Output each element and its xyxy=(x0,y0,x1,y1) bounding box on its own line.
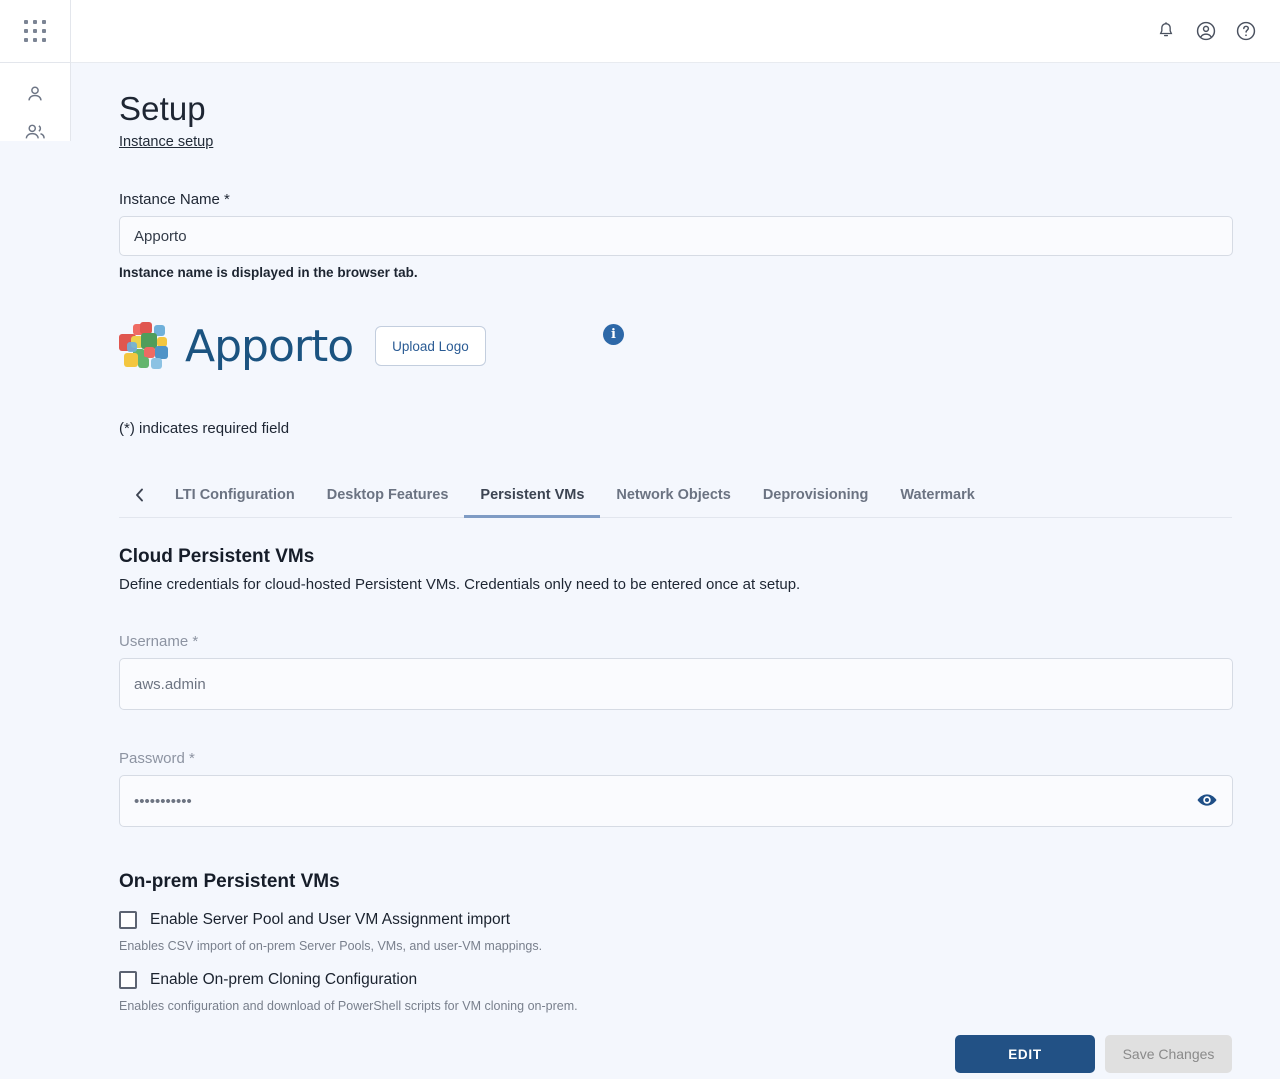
tab-network-objects[interactable]: Network Objects xyxy=(600,473,746,517)
left-navigation-rail xyxy=(0,0,71,141)
users-icon xyxy=(23,121,47,143)
notifications-icon[interactable] xyxy=(1152,17,1180,45)
apps-grid-icon xyxy=(24,20,46,42)
toggle-password-visibility-button[interactable] xyxy=(1193,787,1221,815)
enable-server-pool-import-help: Enables CSV import of on-prem Server Poo… xyxy=(119,939,1232,953)
rail-item-list xyxy=(0,63,70,151)
sidebar-item-users[interactable] xyxy=(0,113,70,151)
logo-wordmark: Apporto xyxy=(185,321,353,372)
username-input[interactable] xyxy=(119,658,1233,710)
enable-server-pool-import-label[interactable]: Enable Server Pool and User VM Assignmen… xyxy=(150,911,510,929)
cloud-section-description: Define credentials for cloud-hosted Pers… xyxy=(119,576,1232,593)
account-icon[interactable] xyxy=(1192,17,1220,45)
eye-icon xyxy=(1196,792,1218,811)
edit-button[interactable]: EDIT xyxy=(955,1035,1095,1073)
tab-watermark[interactable]: Watermark xyxy=(884,473,990,517)
enable-onprem-cloning-row[interactable]: Enable On-prem Cloning Configuration xyxy=(119,971,1232,989)
breadcrumb[interactable]: Instance setup xyxy=(119,134,213,150)
onprem-section-title: On-prem Persistent VMs xyxy=(119,871,1232,893)
logo-info-icon[interactable]: i xyxy=(603,324,624,345)
tab-desktop-features[interactable]: Desktop Features xyxy=(311,473,465,517)
save-changes-button: Save Changes xyxy=(1105,1035,1232,1073)
tab-persistent-vms[interactable]: Persistent VMs xyxy=(464,473,600,517)
instance-name-label: Instance Name * xyxy=(119,191,1232,208)
apporto-logo-icon xyxy=(119,320,181,372)
enable-onprem-cloning-checkbox[interactable] xyxy=(119,971,137,989)
instance-name-input[interactable] xyxy=(119,216,1233,256)
tabs-previous-arrow-icon[interactable] xyxy=(119,473,159,517)
page-title: Setup xyxy=(119,89,1232,129)
enable-server-pool-import-checkbox[interactable] xyxy=(119,911,137,929)
cloud-section-title: Cloud Persistent VMs xyxy=(119,546,1232,568)
tab-bar: LTI Configuration Desktop Features Persi… xyxy=(119,472,1232,518)
top-bar xyxy=(71,0,1280,63)
password-label: Password * xyxy=(119,750,1232,767)
tab-lti-configuration[interactable]: LTI Configuration xyxy=(159,473,311,517)
sidebar-item-user[interactable] xyxy=(0,75,70,113)
required-field-note: (*) indicates required field xyxy=(119,420,1232,437)
user-icon xyxy=(24,83,46,105)
password-input[interactable] xyxy=(119,775,1233,827)
tab-deprovisioning[interactable]: Deprovisioning xyxy=(747,473,885,517)
upload-logo-button[interactable]: Upload Logo xyxy=(375,326,486,366)
password-field-wrapper xyxy=(119,775,1233,827)
logo-row: Apporto Upload Logo i xyxy=(119,314,1232,378)
form-actions: EDIT Save Changes xyxy=(119,1035,1232,1073)
enable-onprem-cloning-label[interactable]: Enable On-prem Cloning Configuration xyxy=(150,971,417,989)
instance-name-helper: Instance name is displayed in the browse… xyxy=(119,265,1232,280)
apps-launcher-button[interactable] xyxy=(0,0,70,63)
page-scroll-area: Setup Instance setup Instance Name * Ins… xyxy=(71,63,1280,1079)
username-label: Username * xyxy=(119,633,1232,650)
help-icon[interactable] xyxy=(1232,17,1260,45)
enable-onprem-cloning-help: Enables configuration and download of Po… xyxy=(119,999,1232,1013)
enable-server-pool-import-row[interactable]: Enable Server Pool and User VM Assignmen… xyxy=(119,911,1232,929)
app-root: Setup Instance setup Instance Name * Ins… xyxy=(0,0,1280,1079)
page-content: Setup Instance setup Instance Name * Ins… xyxy=(71,63,1280,1073)
